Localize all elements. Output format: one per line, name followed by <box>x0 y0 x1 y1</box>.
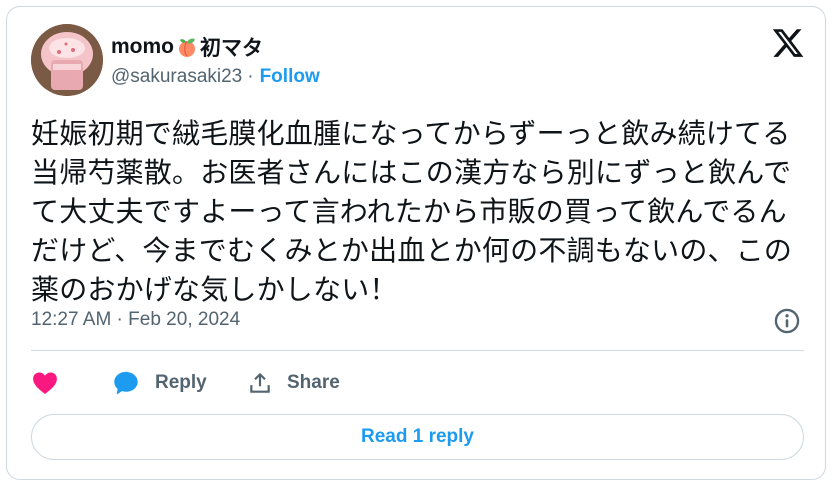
speech-bubble-icon <box>111 369 141 397</box>
share-button[interactable]: Share <box>247 370 340 396</box>
heart-icon <box>31 369 59 397</box>
author-handle[interactable]: @sakurasaki23 <box>111 66 242 88</box>
author-handle-line: @sakurasaki23 · Follow <box>111 66 320 88</box>
tweet-text: 妊娠初期で絨毛膜化血腫になってからずーっと飲み続けてる当帰芍薬散。お医者さんには… <box>31 118 793 305</box>
separator-dot: · <box>247 66 254 87</box>
reply-button[interactable]: Reply <box>111 369 247 397</box>
follow-button[interactable]: Follow <box>260 66 320 88</box>
x-logo-icon[interactable] <box>770 26 806 60</box>
reply-label: Reply <box>155 372 207 393</box>
author-display-name[interactable]: momo 初マタ <box>111 32 263 62</box>
like-button[interactable] <box>31 369 111 397</box>
share-upload-icon <box>247 370 273 396</box>
tweet-timestamp[interactable]: 12:27 AM · Feb 20, 2024 <box>31 309 240 331</box>
action-bar: Reply Share <box>31 365 340 401</box>
info-icon[interactable] <box>773 307 801 335</box>
display-name-suffix: 初マタ <box>200 37 263 60</box>
divider <box>31 350 804 351</box>
peach-emoji <box>176 36 198 58</box>
avatar-image <box>31 24 103 96</box>
share-label: Share <box>287 372 340 393</box>
display-name-prefix: momo <box>111 35 174 58</box>
read-replies-button[interactable]: Read 1 reply <box>31 414 804 460</box>
read-replies-label: Read 1 reply <box>361 426 474 447</box>
avatar[interactable] <box>31 24 103 96</box>
